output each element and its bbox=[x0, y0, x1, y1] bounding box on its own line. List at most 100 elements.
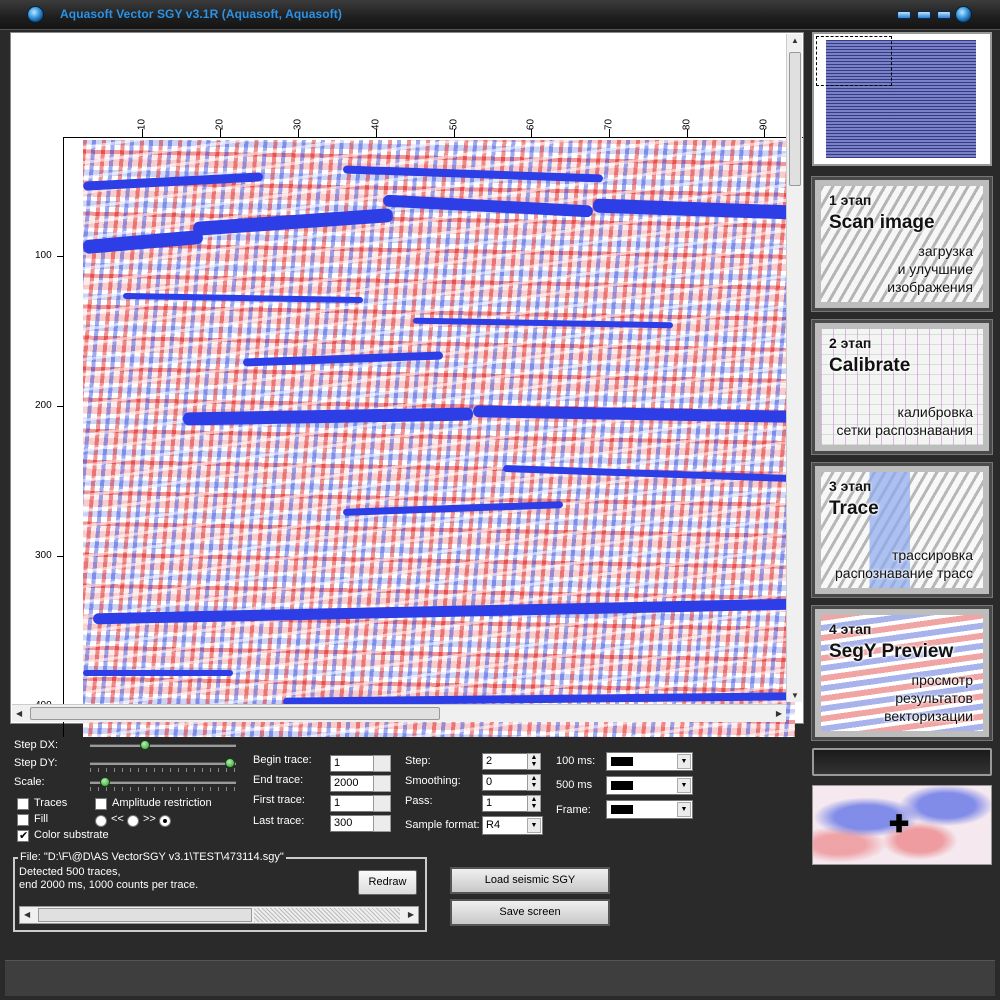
frame-color-select[interactable]: ▼ bbox=[606, 800, 693, 819]
nav-prev-label: << bbox=[111, 813, 124, 825]
scroll-left-arrow[interactable]: ◀ bbox=[24, 910, 30, 919]
file-path: File: "D:\F\@D\AS VectorSGY v3.1\TEST\47… bbox=[18, 851, 286, 863]
chevron-down-icon[interactable]: ▼ bbox=[677, 778, 691, 793]
x-tick-label: 50 bbox=[448, 118, 460, 131]
first-trace-button[interactable] bbox=[373, 795, 391, 812]
chevron-down-icon[interactable]: ▼ bbox=[677, 802, 691, 817]
end-trace-label: End trace: bbox=[253, 774, 304, 786]
stage-desc-line: сетки распознавания bbox=[836, 422, 974, 438]
horizontal-scrollbar[interactable]: ◀ ▶ bbox=[12, 704, 786, 722]
stage-title: SegY Preview bbox=[829, 641, 954, 662]
seismic-horizon bbox=[342, 501, 564, 516]
maximize-button[interactable] bbox=[917, 11, 931, 19]
minimize-button[interactable] bbox=[897, 11, 911, 19]
close-button[interactable] bbox=[955, 6, 972, 23]
sample-format-select[interactable]: R4 ▼ bbox=[482, 816, 543, 835]
stage-description: трассировка распознавание трасс bbox=[835, 546, 973, 582]
amplitude-restriction-label: Amplitude restriction bbox=[112, 797, 212, 809]
restore-button[interactable] bbox=[937, 11, 951, 19]
seismic-view[interactable]: 10 20 30 40 50 60 70 80 90 100 200 300 4… bbox=[10, 32, 804, 737]
first-trace-input[interactable]: 1 bbox=[330, 795, 374, 812]
vertical-scroll-thumb[interactable] bbox=[789, 52, 801, 186]
color-swatch bbox=[611, 781, 633, 790]
scale-slider-knob[interactable] bbox=[100, 777, 110, 787]
redraw-button[interactable]: Redraw bbox=[358, 870, 417, 895]
color-substrate-checkbox[interactable] bbox=[17, 829, 29, 842]
stage-trace-button[interactable]: 3 этап Trace трассировка распознавание т… bbox=[811, 462, 993, 598]
scroll-up-arrow[interactable]: ▲ bbox=[791, 36, 799, 45]
horizontal-scroll-thumb[interactable] bbox=[30, 707, 440, 720]
fill-checkbox[interactable] bbox=[17, 814, 29, 826]
seismic-section-image[interactable] bbox=[83, 140, 795, 737]
step-dy-slider[interactable] bbox=[90, 762, 236, 765]
seismic-horizon bbox=[382, 194, 594, 218]
seismic-horizon bbox=[83, 172, 264, 191]
vertical-scrollbar[interactable]: ▲ ▼ bbox=[786, 34, 802, 702]
smoothing-spinner[interactable]: ▲ ▼ bbox=[527, 774, 541, 791]
stage-description: просмотр результатов векторизации bbox=[884, 671, 973, 725]
viewport-selection[interactable] bbox=[816, 36, 892, 86]
step-spinner[interactable]: ▲ ▼ bbox=[527, 753, 541, 770]
seismic-horizon bbox=[83, 670, 233, 676]
nav-prev-radio[interactable] bbox=[95, 815, 107, 827]
scroll-down-arrow[interactable]: ▼ bbox=[791, 691, 799, 700]
y-tick-mark bbox=[57, 406, 63, 407]
begin-trace-input[interactable]: 1 bbox=[330, 755, 374, 772]
step-dx-slider[interactable] bbox=[90, 744, 236, 747]
file-scroll-track[interactable] bbox=[254, 908, 400, 922]
y-tick-label: 300 bbox=[35, 550, 52, 561]
x-tick-label: 30 bbox=[292, 118, 304, 131]
x-tick-label: 20 bbox=[214, 118, 226, 131]
scale-slider[interactable] bbox=[90, 781, 236, 784]
end-trace-input[interactable]: 2000 bbox=[330, 775, 374, 792]
seismic-horizon bbox=[122, 292, 364, 304]
seismic-horizon bbox=[412, 317, 674, 329]
nav-stop-radio[interactable] bbox=[159, 815, 171, 827]
seismic-horizon bbox=[472, 405, 794, 423]
end-trace-button[interactable] bbox=[373, 775, 391, 792]
stage-scan-image-button[interactable]: 1 этап Scan image загрузка и улучшние из… bbox=[811, 176, 993, 312]
y-tick-mark bbox=[57, 256, 63, 257]
last-trace-input[interactable]: 300 bbox=[330, 815, 374, 832]
step-dx-slider-knob[interactable] bbox=[140, 740, 150, 750]
stage-desc-line: калибровка bbox=[897, 404, 973, 420]
step-dy-label: Step DY: bbox=[14, 757, 58, 769]
seismic-horizon bbox=[592, 198, 794, 220]
stage-calibrate-button[interactable]: 2 этап Calibrate калибровка сетки распоз… bbox=[811, 319, 993, 455]
stage-title: Scan image bbox=[829, 212, 935, 233]
app-icon[interactable] bbox=[27, 6, 44, 23]
stage-desc-line: векторизации bbox=[884, 708, 973, 724]
y-tick-label: 200 bbox=[35, 400, 52, 411]
overview-thumbnail[interactable] bbox=[812, 32, 992, 166]
scroll-right-arrow[interactable]: ▶ bbox=[776, 709, 782, 718]
scroll-left-arrow[interactable]: ◀ bbox=[16, 709, 22, 718]
step-dy-slider-knob[interactable] bbox=[225, 758, 235, 768]
nav-next-radio[interactable] bbox=[127, 815, 139, 827]
smoothing-label: Smoothing: bbox=[405, 775, 461, 787]
step-dy-ticks bbox=[90, 768, 236, 772]
amplitude-restriction-checkbox[interactable] bbox=[95, 798, 107, 810]
file-scroll-thumb[interactable] bbox=[38, 908, 252, 922]
stage-desc-line: распознавание трасс bbox=[835, 565, 973, 581]
pass-input[interactable]: 1 bbox=[482, 795, 528, 812]
save-screen-button[interactable]: Save screen bbox=[450, 899, 610, 926]
stage-title: Trace bbox=[829, 498, 879, 519]
begin-trace-button[interactable] bbox=[373, 755, 391, 772]
load-seismic-button[interactable]: Load seismic SGY bbox=[450, 867, 610, 894]
traces-checkbox[interactable] bbox=[17, 798, 29, 810]
chevron-down-icon[interactable]: ▼ bbox=[527, 818, 541, 833]
stage-segy-preview-button[interactable]: 4 этап SegY Preview просмотр результатов… bbox=[811, 605, 993, 741]
scroll-right-arrow[interactable]: ▶ bbox=[408, 910, 414, 919]
color-substrate-label: Color substrate bbox=[34, 829, 109, 841]
chevron-down-icon[interactable]: ▼ bbox=[677, 754, 691, 769]
ms500-color-select[interactable]: ▼ bbox=[606, 776, 693, 795]
step-input[interactable]: 2 bbox=[482, 753, 528, 770]
stage-number: 2 этап bbox=[829, 335, 872, 351]
pass-spinner[interactable]: ▲ ▼ bbox=[527, 795, 541, 812]
ms100-color-select[interactable]: ▼ bbox=[606, 752, 693, 771]
smoothing-input[interactable]: 0 bbox=[482, 774, 528, 791]
last-trace-button[interactable] bbox=[373, 815, 391, 832]
file-scrollbar[interactable]: ◀ ▶ bbox=[19, 906, 419, 924]
sample-format-label: Sample format: bbox=[405, 819, 480, 831]
file-counts-info: end 2000 ms, 1000 counts per trace. bbox=[19, 879, 199, 891]
